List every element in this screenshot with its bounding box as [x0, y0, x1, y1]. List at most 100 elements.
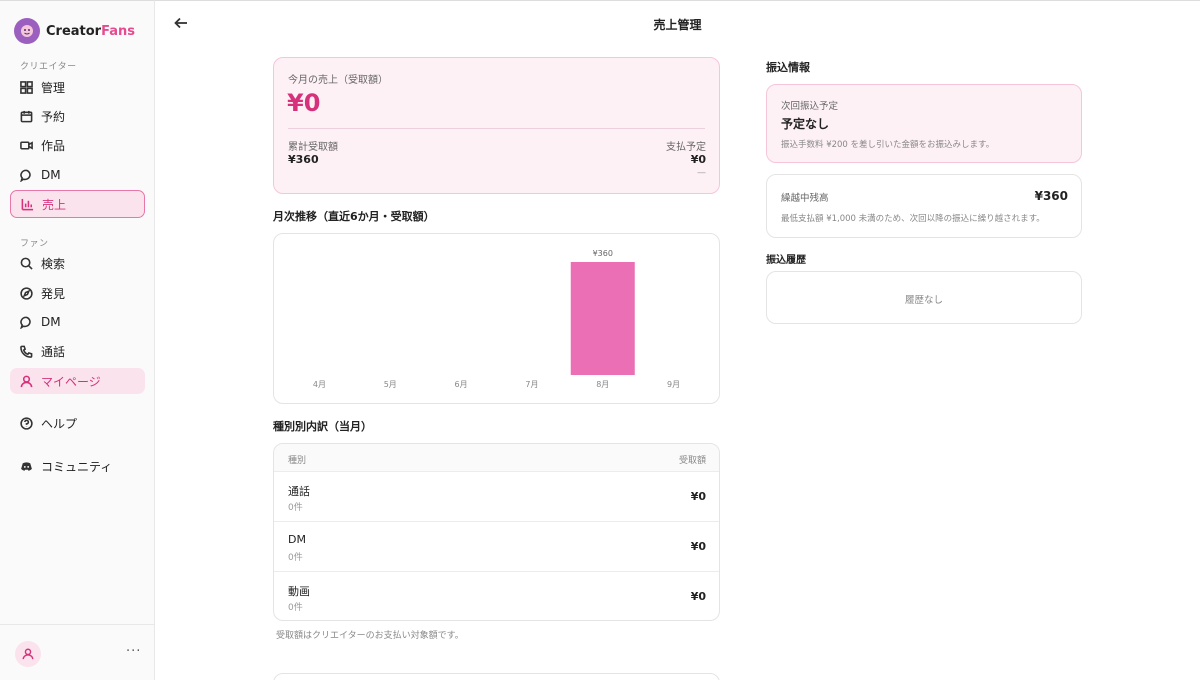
chart-tick-label-0: 4月 [313, 380, 326, 389]
table-row: 動画 0件 ¥0 [274, 572, 719, 620]
video-icon [20, 140, 33, 150]
history-empty-text: 履歴なし [904, 295, 943, 306]
section-label-fan: ファン [20, 239, 49, 249]
sidebar-item-label: 発見 [41, 286, 66, 301]
total-received-label: 累計受取額 [288, 142, 338, 153]
row-amount: ¥0 [690, 540, 706, 553]
logo-icon [14, 18, 40, 44]
sidebar-divider [0, 624, 155, 625]
chart-value-label-4: ¥360 [593, 249, 613, 258]
monthly-chart: 4月 5月 6月 7月 ¥360 8月 9月 [273, 233, 720, 404]
sidebar-item-label: 通話 [41, 344, 66, 359]
month-sales-label: 今月の売上（受取額） [288, 75, 388, 86]
sidebar-item-label: コミュニティ [41, 459, 113, 474]
chart-tick-label-2: 6月 [455, 380, 468, 389]
transfer-history-title: 振込履歴 [766, 255, 806, 266]
brand[interactable]: CreatorFans [14, 18, 135, 44]
planned-payment-sub: — [697, 168, 706, 178]
row-type: 通話 [288, 485, 310, 498]
sidebar-item-dm-fan[interactable]: DM [10, 309, 145, 335]
sidebar-item-label: 検索 [41, 256, 66, 271]
sidebar-item-label: 予約 [41, 109, 66, 124]
user-icon [22, 648, 34, 660]
table-row: DM 0件 ¥0 [274, 522, 719, 572]
header: 売上管理 [155, 1, 1200, 47]
row-type: 動画 [288, 585, 310, 598]
row-type: DM [288, 533, 306, 546]
sidebar-item-label: DM [41, 168, 61, 182]
sidebar-item-label: 管理 [41, 80, 66, 95]
chart-tick-label-5: 9月 [667, 380, 680, 389]
row-count: 0件 [288, 503, 303, 513]
page-title: 売上管理 [653, 18, 702, 32]
phone-icon [20, 345, 33, 358]
row-count: 0件 [288, 553, 303, 563]
chart-section-title: 月次推移（直近6か月・受取額） [273, 210, 435, 223]
row-amount: ¥0 [690, 490, 706, 503]
breakdown-table: 種別 受取額 通話 0件 ¥0 DM 0件 ¥0 動画 0件 ¥0 [273, 443, 720, 621]
main-content: 売上管理 今月の売上（受取額） ¥0 累計受取額 ¥360 支払予定 ¥0 — … [155, 0, 1200, 680]
grid-icon [20, 80, 33, 94]
more-options-button[interactable]: ··· [126, 644, 141, 659]
row-count: 0件 [288, 603, 303, 613]
chat-icon [20, 169, 31, 182]
month-sales-value: ¥0 [287, 89, 321, 117]
chart-bar-4 [570, 262, 635, 375]
sidebar-item-label: マイページ [41, 374, 101, 389]
sidebar-item-reservation[interactable]: 予約 [10, 103, 145, 129]
transfer-history-card: 履歴なし [766, 271, 1082, 324]
next-transfer-label: 次回振込予定 [781, 101, 839, 112]
bar-chart-icon [21, 198, 34, 210]
sidebar-item-discover[interactable]: 発見 [10, 280, 145, 306]
planned-payment-label: 支払予定 [666, 142, 706, 153]
carryover-note: 最低支払額 ¥1,000 未満のため、次回以降の振込に繰り越されます。 [781, 214, 1045, 224]
sidebar-item-label: 売上 [42, 197, 67, 212]
carryover-value: ¥360 [1034, 189, 1068, 203]
chat-icon [20, 316, 31, 329]
brand-name-suffix: Fans [101, 23, 135, 39]
discord-icon [21, 461, 32, 471]
next-transfer-note: 振込手数料 ¥200 を差し引いた金額をお振込みします。 [781, 140, 995, 150]
brand-name-prefix: Creator [46, 23, 102, 39]
transfer-info-title: 振込情報 [766, 61, 810, 74]
sidebar-item-works[interactable]: 作品 [10, 132, 145, 158]
sidebar-item-label: DM [41, 315, 61, 329]
user-icon [20, 375, 33, 387]
table-header: 種別 受取額 [274, 444, 719, 472]
bottom-card-partial [273, 673, 720, 680]
sidebar: CreatorFans クリエイター 管理 予約 作品 DM 売上 ファン 検索… [0, 0, 155, 680]
total-received-value: ¥360 [288, 153, 319, 166]
monthly-summary-card: 今月の売上（受取額） ¥0 累計受取額 ¥360 支払予定 ¥0 — [273, 57, 720, 194]
sidebar-item-help[interactable]: ヘルプ [10, 410, 145, 436]
sidebar-item-manage[interactable]: 管理 [10, 74, 145, 100]
sidebar-item-community[interactable]: コミュニティ [10, 453, 145, 479]
avatar[interactable] [15, 641, 41, 667]
chart-tick-label-4: 8月 [596, 380, 609, 389]
sidebar-item-sales[interactable]: 売上 [10, 190, 145, 218]
chart-tick-label-1: 5月 [384, 380, 397, 389]
carryover-card: 繰越中残高 ¥360 最低支払額 ¥1,000 未満のため、次回以降の振込に繰り… [766, 174, 1082, 238]
monthly-bar-chart: 4月 5月 6月 7月 ¥360 8月 9月 [313, 249, 680, 389]
next-transfer-value: 予定なし [781, 117, 830, 131]
sidebar-item-call[interactable]: 通話 [10, 338, 145, 364]
sidebar-item-search[interactable]: 検索 [10, 250, 145, 276]
breakdown-note: 受取額はクリエイターのお支払い対象額です。 [276, 631, 464, 641]
row-amount: ¥0 [690, 590, 706, 603]
next-transfer-card: 次回振込予定 予定なし 振込手数料 ¥200 を差し引いた金額をお振込みします。 [766, 84, 1082, 163]
breakdown-section-title: 種別別内訳（当月） [273, 420, 372, 433]
column-header-amount: 受取額 [678, 456, 706, 466]
sidebar-item-label: ヘルプ [41, 416, 78, 431]
sidebar-item-mypage[interactable]: マイページ [10, 368, 145, 394]
compass-icon [20, 286, 33, 300]
sidebar-item-label: 作品 [41, 138, 66, 153]
planned-payment-value: ¥0 [690, 153, 706, 166]
search-icon [20, 257, 33, 270]
sidebar-item-dm-creator[interactable]: DM [10, 162, 145, 188]
chart-tick-label-3: 7月 [525, 380, 538, 389]
table-row: 通話 0件 ¥0 [274, 472, 719, 522]
calendar-icon [20, 110, 33, 122]
column-header-type: 種別 [288, 456, 307, 466]
help-icon [20, 416, 33, 430]
carryover-label: 繰越中残高 [781, 193, 829, 204]
divider [288, 128, 705, 129]
